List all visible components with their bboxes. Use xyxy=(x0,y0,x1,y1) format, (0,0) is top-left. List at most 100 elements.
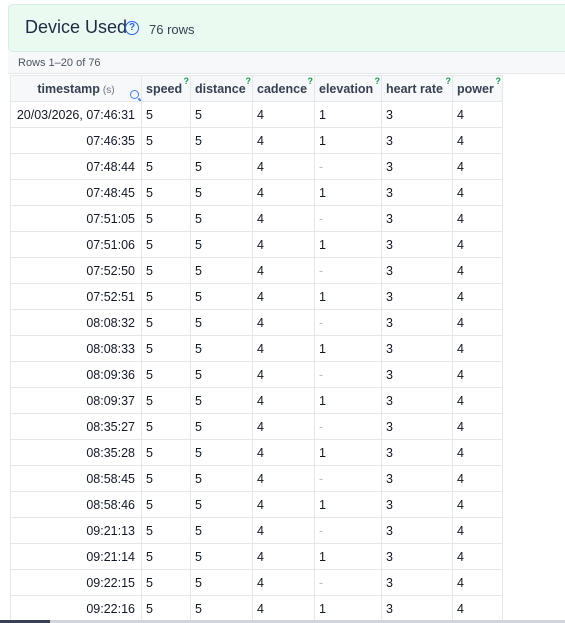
timestamp-cell: 08:58:46 xyxy=(10,491,142,518)
timestamp-cell: 07:48:45 xyxy=(10,179,142,206)
table-cell: 5 xyxy=(141,491,191,518)
column-header-power[interactable]: power? xyxy=(452,75,503,102)
table-cell: 3 xyxy=(381,153,453,180)
table-cell: 5 xyxy=(190,257,253,284)
help-hint-icon[interactable]: ? xyxy=(496,77,502,87)
table-row: 08:58:46 5 5 4 1 3 4 xyxy=(10,491,503,518)
table-cell: 4 xyxy=(252,465,315,492)
help-hint-icon[interactable]: ? xyxy=(184,77,190,87)
table-cell: 4 xyxy=(252,491,315,518)
table-row: 07:51:05 5 5 4-3 4 xyxy=(10,205,503,232)
column-header-elevation[interactable]: elevation? xyxy=(314,75,382,102)
table-cell: 5 xyxy=(190,153,253,180)
help-icon[interactable]: ? xyxy=(125,21,139,35)
table-cell: 3 xyxy=(381,361,453,388)
data-table: timestamp (s) speed? distance? cadence? e… xyxy=(10,75,503,622)
table-cell: 4 xyxy=(252,205,315,232)
table-cell: 3 xyxy=(381,569,453,596)
table-cell: 3 xyxy=(381,101,453,128)
table-cell: 1 xyxy=(314,335,382,362)
table-cell: 4 xyxy=(452,413,503,440)
table-row: 09:21:13 5 5 4-3 4 xyxy=(10,517,503,544)
table-cell: - xyxy=(314,309,382,336)
table-cell: 5 xyxy=(190,517,253,544)
table-cell: 5 xyxy=(141,595,191,622)
table-row: 20/03/2026, 07:46:31 5 5 4 1 3 4 xyxy=(10,101,503,128)
table-header-row: timestamp (s) speed? distance? cadence? e… xyxy=(10,75,503,102)
table-cell: 4 xyxy=(452,205,503,232)
column-header-cadence[interactable]: cadence? xyxy=(252,75,315,102)
table-cell: 5 xyxy=(141,309,191,336)
help-hint-icon[interactable]: ? xyxy=(446,77,452,87)
help-hint-icon[interactable]: ? xyxy=(308,77,314,87)
table-cell: 1 xyxy=(314,231,382,258)
table-cell: 1 xyxy=(314,127,382,154)
column-header-speed[interactable]: speed? xyxy=(141,75,191,102)
table-cell: 3 xyxy=(381,231,453,258)
table-cell: 3 xyxy=(381,517,453,544)
table-cell: 5 xyxy=(141,387,191,414)
search-icon[interactable] xyxy=(130,90,139,99)
column-header-heart-rate[interactable]: heart rate? xyxy=(381,75,453,102)
table-cell: 3 xyxy=(381,309,453,336)
table-cell: 3 xyxy=(381,491,453,518)
table-cell: 4 xyxy=(452,309,503,336)
timestamp-cell: 09:22:16 xyxy=(10,595,142,622)
table-cell: 4 xyxy=(452,491,503,518)
table-row: 07:51:06 5 5 4 1 3 4 xyxy=(10,231,503,258)
table-cell: 4 xyxy=(252,179,315,206)
table-cell: 4 xyxy=(252,257,315,284)
table-cell: 5 xyxy=(141,465,191,492)
table-cell: 5 xyxy=(141,205,191,232)
table-row: 08:08:32 5 5 4-3 4 xyxy=(10,309,503,336)
timestamp-cell: 09:22:15 xyxy=(10,569,142,596)
table-cell: - xyxy=(314,465,382,492)
table-cell: 4 xyxy=(452,257,503,284)
table-cell: 4 xyxy=(252,543,315,570)
table-cell: 5 xyxy=(141,283,191,310)
table-cell: 1 xyxy=(314,387,382,414)
table-cell: 4 xyxy=(252,231,315,258)
timestamp-cell: 08:08:32 xyxy=(10,309,142,336)
column-header-distance[interactable]: distance? xyxy=(190,75,253,102)
table-cell: 5 xyxy=(190,361,253,388)
table-cell: 4 xyxy=(452,231,503,258)
table-cell: 4 xyxy=(452,335,503,362)
table-cell: 4 xyxy=(252,595,315,622)
table-cell: 3 xyxy=(381,439,453,466)
table-cell: 5 xyxy=(190,465,253,492)
timestamp-cell: 20/03/2026, 07:46:31 xyxy=(10,101,142,128)
timestamp-cell: 07:48:44 xyxy=(10,153,142,180)
timestamp-cell: 09:21:14 xyxy=(10,543,142,570)
table-cell: 5 xyxy=(190,595,253,622)
table-cell: 5 xyxy=(190,439,253,466)
table-cell: 4 xyxy=(252,517,315,544)
table-cell: 5 xyxy=(141,439,191,466)
timestamp-cell: 07:51:06 xyxy=(10,231,142,258)
table-cell: 4 xyxy=(252,153,315,180)
table-cell: 5 xyxy=(141,413,191,440)
table-cell: - xyxy=(314,205,382,232)
table-cell: 5 xyxy=(190,179,253,206)
table-cell: 4 xyxy=(452,465,503,492)
timestamp-cell: 07:51:05 xyxy=(10,205,142,232)
timestamp-cell: 08:58:45 xyxy=(10,465,142,492)
table-cell: 1 xyxy=(314,439,382,466)
table-cell: 3 xyxy=(381,127,453,154)
table-cell: 4 xyxy=(252,101,315,128)
table-cell: 1 xyxy=(314,101,382,128)
table-cell: 5 xyxy=(190,413,253,440)
table-row: 08:58:45 5 5 4-3 4 xyxy=(10,465,503,492)
timestamp-cell: 08:08:33 xyxy=(10,335,142,362)
table-cell: 3 xyxy=(381,283,453,310)
table-row: 09:22:16 5 5 4 1 3 4 xyxy=(10,595,503,622)
help-hint-icon[interactable]: ? xyxy=(246,77,252,87)
help-hint-icon[interactable]: ? xyxy=(375,77,381,87)
table-cell: 5 xyxy=(190,491,253,518)
page-title: Device Used xyxy=(25,17,128,37)
table-cell: 4 xyxy=(252,439,315,466)
timestamp-cell: 08:35:27 xyxy=(10,413,142,440)
table-row: 08:09:37 5 5 4 1 3 4 xyxy=(10,387,503,414)
column-header-timestamp[interactable]: timestamp (s) xyxy=(10,75,142,102)
timestamp-cell: 08:09:37 xyxy=(10,387,142,414)
